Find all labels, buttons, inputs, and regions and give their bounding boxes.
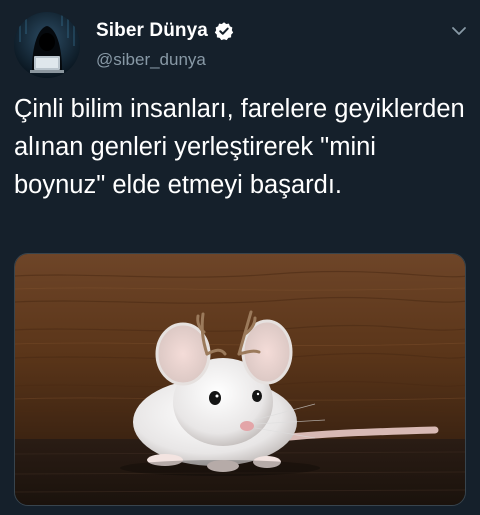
white-mouse-with-antlers-photo bbox=[15, 254, 465, 505]
avatar[interactable] bbox=[14, 12, 80, 78]
tweet-text: Çinli bilim insanları, farelere geyikler… bbox=[14, 95, 465, 199]
hooded-hacker-avatar-image bbox=[14, 12, 80, 78]
author-display-name[interactable]: Siber Dünya bbox=[96, 20, 208, 42]
tweet-photo[interactable] bbox=[14, 253, 466, 506]
verified-badge-icon bbox=[214, 21, 234, 41]
chevron-down-icon[interactable] bbox=[450, 22, 468, 40]
author-handle[interactable]: @siber_dunya bbox=[96, 50, 206, 70]
tweet-card[interactable]: Siber Dünya @siber_dunya Çinli bilim ins… bbox=[0, 0, 480, 515]
